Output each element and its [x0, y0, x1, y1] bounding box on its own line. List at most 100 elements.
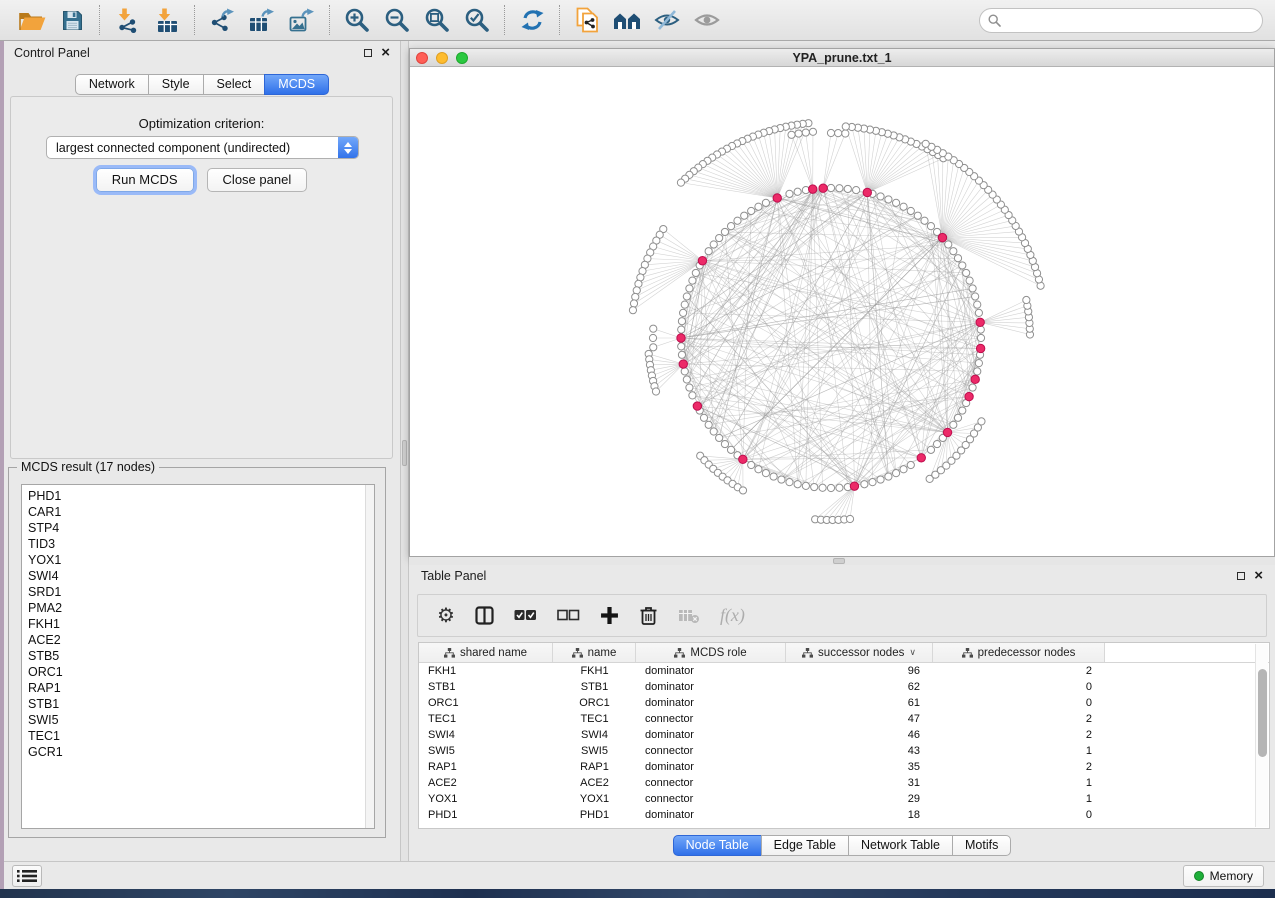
gear-button[interactable]: ⚙: [437, 606, 455, 626]
mcds-result-item[interactable]: TID3: [28, 536, 374, 552]
ring-node[interactable]: [721, 440, 728, 447]
table-row[interactable]: SWI4SWI4dominator462: [419, 727, 1269, 743]
leaf-node[interactable]: [677, 179, 684, 186]
mcds-result-item[interactable]: STP4: [28, 520, 374, 536]
tab-mcds[interactable]: MCDS: [264, 74, 329, 95]
import-table-button[interactable]: [147, 3, 187, 37]
ring-node[interactable]: [885, 196, 892, 203]
ring-node[interactable]: [689, 277, 696, 284]
table-row[interactable]: YOX1YOX1connector291: [419, 791, 1269, 807]
save-button[interactable]: [52, 3, 92, 37]
ring-node[interactable]: [827, 184, 834, 191]
memory-button[interactable]: Memory: [1183, 865, 1264, 887]
tab-node-table[interactable]: Node Table: [673, 835, 762, 856]
hide-selected-button[interactable]: [647, 3, 687, 37]
mcds-node[interactable]: [965, 392, 973, 400]
ring-node[interactable]: [700, 414, 707, 421]
ring-node[interactable]: [972, 293, 979, 300]
mcds-node[interactable]: [693, 402, 701, 410]
ring-node[interactable]: [836, 185, 843, 192]
ring-node[interactable]: [716, 234, 723, 241]
column-header-shared-name[interactable]: shared name: [419, 643, 553, 662]
ring-node[interactable]: [950, 421, 957, 428]
leaf-node[interactable]: [846, 515, 853, 522]
ring-node[interactable]: [681, 368, 688, 375]
select-all-button[interactable]: [514, 609, 537, 622]
ring-node[interactable]: [741, 212, 748, 219]
ring-node[interactable]: [748, 207, 755, 214]
export-image-button[interactable]: [282, 3, 322, 37]
mcds-node[interactable]: [938, 233, 946, 241]
ring-node[interactable]: [885, 473, 892, 480]
ring-node[interactable]: [844, 185, 851, 192]
ring-node[interactable]: [892, 470, 899, 477]
zoom-fit-button[interactable]: [417, 3, 457, 37]
ring-node[interactable]: [977, 326, 984, 333]
leaf-node[interactable]: [632, 293, 639, 300]
ring-node[interactable]: [692, 269, 699, 276]
leaf-node[interactable]: [633, 287, 640, 294]
tab-edge-table[interactable]: Edge Table: [761, 835, 849, 856]
leaf-node[interactable]: [809, 128, 816, 135]
close-panel-icon[interactable]: ×: [381, 48, 390, 58]
ring-node[interactable]: [945, 241, 952, 248]
ring-node[interactable]: [786, 190, 793, 197]
tab-select[interactable]: Select: [203, 74, 266, 95]
ring-node[interactable]: [678, 318, 685, 325]
ring-node[interactable]: [977, 334, 984, 341]
mcds-result-item[interactable]: SWI5: [28, 712, 374, 728]
column-header-predecessor-nodes[interactable]: predecessor nodes: [933, 643, 1105, 662]
table-scrollbar-thumb[interactable]: [1258, 669, 1267, 757]
ring-node[interactable]: [819, 484, 826, 491]
mcds-node[interactable]: [819, 184, 827, 192]
leaf-node[interactable]: [629, 307, 636, 314]
leaf-node[interactable]: [842, 123, 849, 130]
first-neighbors-button[interactable]: [607, 3, 647, 37]
leaf-node[interactable]: [802, 129, 809, 136]
table-row[interactable]: SWI5SWI5connector431: [419, 743, 1269, 759]
mcds-node[interactable]: [850, 482, 858, 490]
delete-table-button[interactable]: [678, 608, 700, 624]
ring-node[interactable]: [770, 473, 777, 480]
tab-network[interactable]: Network: [75, 74, 149, 95]
mcds-result-item[interactable]: ORC1: [28, 664, 374, 680]
vertical-splitter[interactable]: [400, 41, 409, 861]
ring-node[interactable]: [933, 440, 940, 447]
leaf-node[interactable]: [630, 300, 637, 307]
function-button[interactable]: f(x): [720, 605, 745, 626]
mcds-node[interactable]: [698, 257, 706, 265]
mcds-result-list[interactable]: PHD1CAR1STP4TID3YOX1SWI4SRD1PMA2FKH1ACE2…: [21, 484, 375, 829]
ring-node[interactable]: [954, 414, 961, 421]
ring-node[interactable]: [710, 241, 717, 248]
ring-node[interactable]: [907, 207, 914, 214]
mcds-result-item[interactable]: STB5: [28, 648, 374, 664]
task-history-button[interactable]: [12, 865, 42, 887]
mcds-node[interactable]: [863, 188, 871, 196]
network-view[interactable]: [410, 67, 1274, 556]
mcds-node[interactable]: [917, 454, 925, 462]
mcds-node[interactable]: [976, 318, 984, 326]
close-panel-button[interactable]: Close panel: [207, 168, 308, 192]
leaf-node[interactable]: [978, 418, 985, 425]
mcds-result-item[interactable]: ACE2: [28, 632, 374, 648]
table-row[interactable]: TEC1TEC1connector472: [419, 711, 1269, 727]
ring-node[interactable]: [710, 428, 717, 435]
mcds-result-item[interactable]: CAR1: [28, 504, 374, 520]
float-panel-icon[interactable]: [364, 49, 372, 57]
ring-node[interactable]: [836, 484, 843, 491]
ring-node[interactable]: [680, 309, 687, 316]
export-network-button[interactable]: [202, 3, 242, 37]
leaf-node[interactable]: [922, 140, 929, 147]
column-header-name[interactable]: name: [553, 643, 636, 662]
search-box[interactable]: [979, 8, 1263, 33]
ring-node[interactable]: [678, 351, 685, 358]
ring-node[interactable]: [959, 407, 966, 414]
mcds-node[interactable]: [773, 194, 781, 202]
mcds-result-item[interactable]: GCR1: [28, 744, 374, 760]
mcds-result-item[interactable]: TEC1: [28, 728, 374, 744]
ring-node[interactable]: [686, 285, 693, 292]
ring-node[interactable]: [755, 466, 762, 473]
ring-node[interactable]: [716, 434, 723, 441]
add-row-button[interactable]: [600, 606, 619, 625]
leaf-node[interactable]: [650, 344, 657, 351]
